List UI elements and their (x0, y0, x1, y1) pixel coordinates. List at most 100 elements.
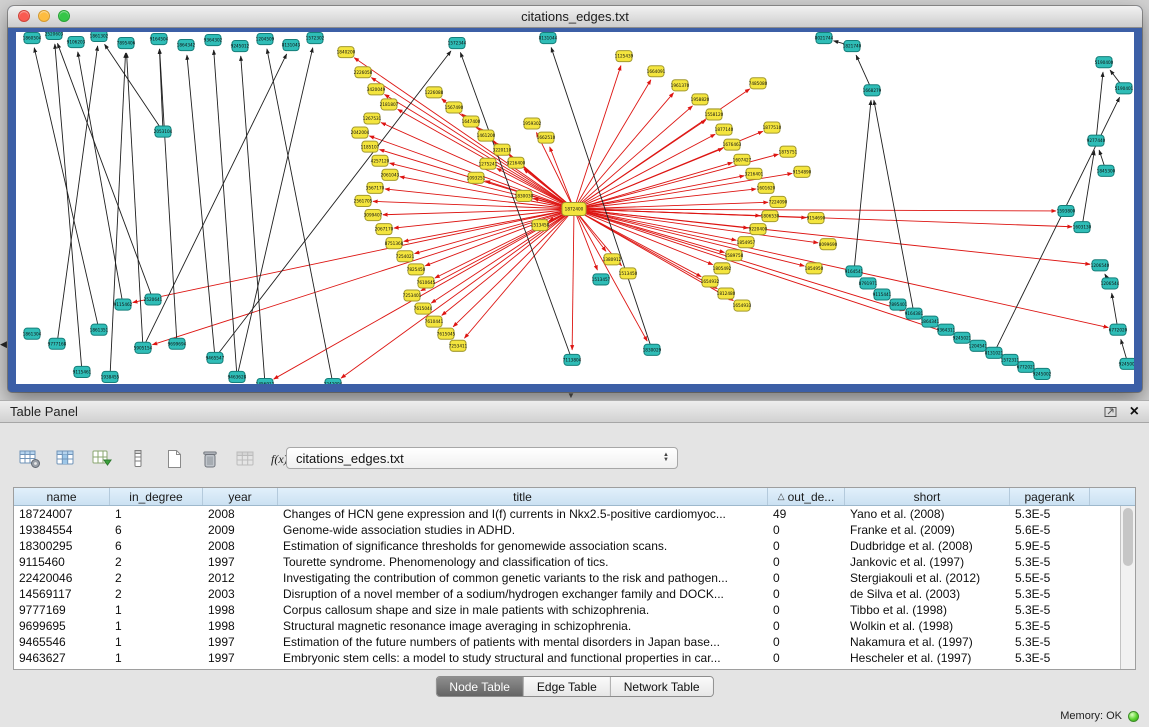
graph-node[interactable]: 7610645 (417, 277, 436, 288)
graph-node[interactable]: 1830029 (643, 344, 662, 355)
graph-node[interactable]: 9463628 (228, 371, 247, 382)
graph-node[interactable]: 3420049 (367, 84, 386, 95)
graph-node[interactable]: 1185107 (361, 141, 380, 152)
graph-node[interactable]: 9465547 (206, 352, 225, 363)
graph-node[interactable]: 1959302 (523, 118, 542, 129)
column-header-in_degree[interactable]: in_degree (110, 488, 203, 505)
rows-icon[interactable] (124, 445, 151, 472)
graph-node[interactable]: 9106203 (67, 37, 86, 48)
graph-node[interactable]: 1275241 (479, 158, 498, 169)
graph-node[interactable]: 1204509 (256, 34, 275, 45)
graph-node[interactable]: 1662510 (537, 132, 556, 143)
tab-node-table[interactable]: Node Table (436, 677, 524, 696)
graph-node[interactable]: 5190400 (1095, 57, 1114, 68)
graph-node[interactable]: 2226058 (354, 67, 373, 78)
close-panel-icon[interactable]: × (1130, 405, 1139, 419)
graph-node[interactable]: 7224090 (769, 196, 788, 207)
graph-node[interactable]: 9245002 (1033, 368, 1052, 379)
graph-node[interactable]: 1603130 (1073, 222, 1092, 233)
graph-node[interactable]: 9164504 (150, 34, 169, 45)
graph-node[interactable]: 9245003 (1119, 358, 1134, 369)
graph-node[interactable]: 9777168 (48, 338, 67, 349)
graph-node[interactable]: 3220110 (493, 144, 512, 155)
graph-node[interactable]: 1513458 (531, 220, 550, 231)
column-header-title[interactable]: title (278, 488, 768, 505)
column-header-pagerank[interactable]: pagerank (1010, 488, 1090, 505)
graph-node[interactable]: 1572344 (448, 38, 467, 49)
graph-node[interactable]: 7825450 (407, 264, 426, 275)
graph-node[interactable]: 1676463 (723, 139, 742, 150)
graph-node[interactable]: 1664091 (647, 66, 666, 77)
graph-node[interactable]: 1572302 (306, 33, 325, 44)
graph-node[interactable]: 1654932 (701, 276, 720, 287)
graph-node[interactable]: 1864341 (921, 316, 940, 327)
graph-node[interactable]: 9164541 (845, 266, 864, 277)
graph-node[interactable]: 9115441 (873, 289, 892, 300)
graph-node[interactable]: 8021744 (815, 33, 834, 44)
graph-node[interactable]: 1860504 (23, 33, 42, 44)
table-scrollbar-thumb[interactable] (1123, 508, 1133, 566)
graph-node[interactable]: 9245012 (231, 41, 250, 52)
graph-node[interactable]: 9164381 (905, 308, 924, 319)
graph-node[interactable]: 1601620 (757, 182, 776, 193)
table-row[interactable]: 1872400712008Changes of HCN gene express… (14, 506, 1135, 522)
graph-node[interactable]: 1805492 (713, 263, 732, 274)
graph-node[interactable]: 1877140 (715, 124, 734, 135)
graph-node[interactable]: 3216401 (745, 168, 764, 179)
graph-node[interactable]: 7610441 (425, 316, 444, 327)
delete-column-icon[interactable] (196, 445, 223, 472)
graph-node[interactable]: 1861304 (23, 328, 42, 339)
graph-node[interactable]: 7254021 (396, 251, 415, 262)
table-row[interactable]: 911546021997Tourette syndrome. Phenomeno… (14, 554, 1135, 570)
graph-node[interactable]: 1513457 (592, 274, 611, 285)
graph-node[interactable]: 9154690 (807, 213, 826, 224)
table-selector-dropdown[interactable]: citations_edges.txt ▲▼ (286, 447, 678, 469)
graph-node[interactable]: 2061043 (381, 169, 400, 180)
table-mode-icon[interactable] (16, 445, 43, 472)
window-titlebar[interactable]: citations_edges.txt (8, 6, 1142, 28)
graph-node[interactable]: 9115462 (114, 299, 133, 310)
graph-node[interactable]: 3099407 (364, 210, 383, 221)
graph-node[interactable]: 9364302 (204, 35, 223, 46)
graph-node[interactable]: 1093251 (467, 172, 486, 183)
graph-hub-node[interactable]: 1872400 (562, 202, 586, 215)
graph-node[interactable]: 7113804 (563, 354, 582, 365)
edit-table-icon[interactable] (88, 445, 115, 472)
graph-node[interactable]: 1513450 (619, 268, 638, 279)
graph-node[interactable]: 1567490 (445, 102, 464, 113)
graph-node[interactable]: 9115461 (73, 366, 92, 377)
hidden-panel-arrow-icon[interactable]: ◀ (0, 340, 7, 349)
graph-node[interactable]: 2520641 (144, 294, 163, 305)
graph-node[interactable]: 1589758 (725, 250, 744, 261)
graph-node[interactable]: 1854957 (737, 237, 756, 248)
graph-node[interactable]: 7615045 (437, 328, 456, 339)
table-row[interactable]: 946362711997Embryonic stem cells: a mode… (14, 650, 1135, 666)
column-header-out_de[interactable]: △out_de... (768, 488, 845, 505)
graph-node[interactable]: 1875751 (779, 146, 798, 157)
graph-node[interactable]: 1226088 (425, 87, 444, 98)
column-header-name[interactable]: name (14, 488, 110, 505)
new-column-icon[interactable] (160, 445, 187, 472)
graph-node[interactable]: 4257120 (371, 155, 390, 166)
graph-node[interactable]: 1961370 (671, 80, 690, 91)
import-table-icon[interactable] (232, 445, 259, 472)
table-row[interactable]: 946554611997Estimation of the future num… (14, 634, 1135, 650)
graph-node[interactable]: 1593800 (1057, 205, 1076, 216)
table-row[interactable]: 977716911998Corpus callosum shape and si… (14, 602, 1135, 618)
graph-node[interactable]: 1654933 (733, 300, 752, 311)
graph-node[interactable]: 8791971 (859, 278, 878, 289)
table-row[interactable]: 2242004622012Investigating the contribut… (14, 570, 1135, 586)
graph-node[interactable]: 6772020 (1109, 324, 1128, 335)
graph-node[interactable]: 8131044 (539, 33, 558, 44)
graph-node[interactable]: 1840200 (337, 47, 356, 58)
table-scrollbar[interactable] (1120, 506, 1135, 669)
graph-node[interactable]: 1206540 (1091, 260, 1110, 271)
graph-node[interactable]: 1558120 (705, 109, 724, 120)
table-row[interactable]: 1830029562008Estimation of significance … (14, 538, 1135, 554)
column-header-year[interactable]: year (203, 488, 278, 505)
tab-edge-table[interactable]: Edge Table (524, 677, 611, 696)
table-row[interactable]: 969969511998Structural magnetic resonanc… (14, 618, 1135, 634)
graph-node[interactable]: 1206544 (1101, 278, 1120, 289)
graph-node[interactable]: 7895401 (889, 299, 908, 310)
graph-node[interactable]: 2181807 (380, 99, 399, 110)
